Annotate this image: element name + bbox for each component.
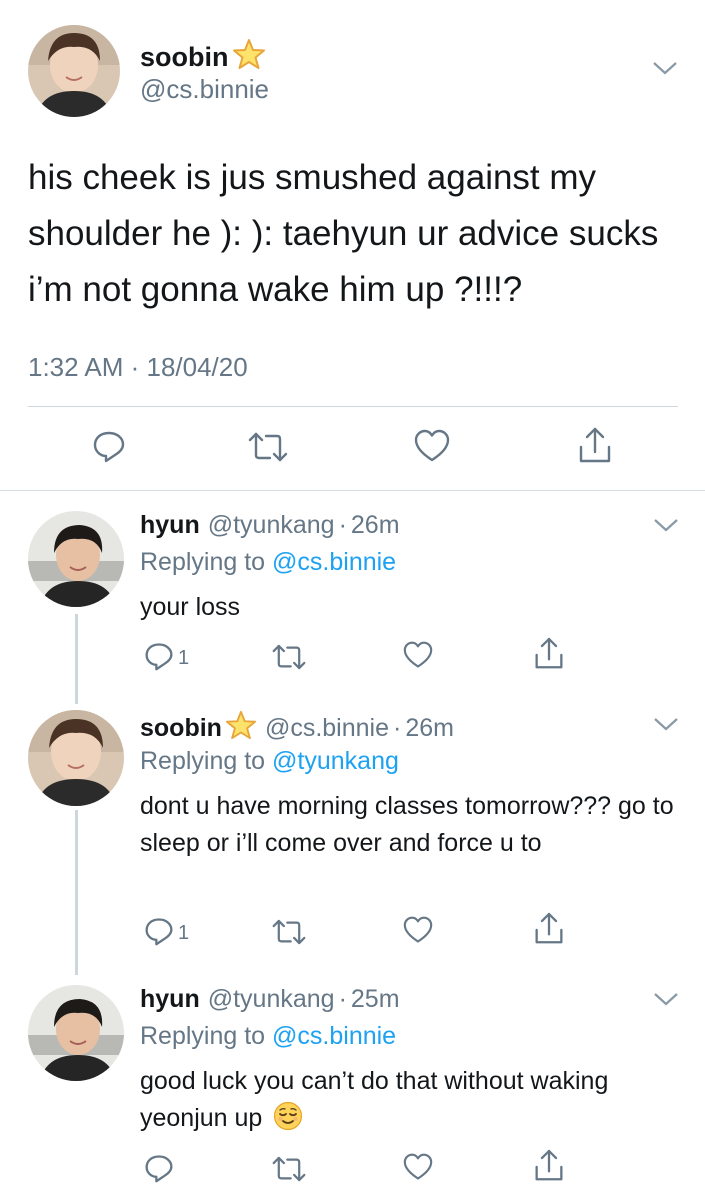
replying-to-label: Replying to bbox=[140, 548, 266, 576]
avatar[interactable] bbox=[28, 710, 124, 806]
separator-dot: · bbox=[338, 511, 347, 539]
star-emoji-icon bbox=[225, 710, 257, 747]
chevron-down-icon[interactable] bbox=[653, 517, 679, 538]
chevron-down-icon[interactable] bbox=[653, 716, 679, 737]
divider bbox=[28, 406, 678, 407]
replying-to-mention[interactable]: @cs.binnie bbox=[272, 1022, 396, 1050]
avatar[interactable] bbox=[28, 25, 120, 117]
reply-header: hyun @tyunkang · 26m bbox=[140, 511, 400, 540]
retweet-icon[interactable] bbox=[272, 1155, 306, 1183]
star-emoji-icon bbox=[232, 38, 266, 77]
separator-dot: · bbox=[393, 714, 402, 742]
replying-to-mention[interactable]: @tyunkang bbox=[272, 747, 399, 775]
tweet-text: his cheek is jus smushed against my shou… bbox=[28, 158, 659, 309]
avatar[interactable] bbox=[28, 985, 124, 1081]
reply-icon bbox=[144, 641, 174, 676]
tweet-actions bbox=[0, 425, 705, 469]
replying-to-label: Replying to bbox=[140, 747, 266, 775]
retweet-icon[interactable] bbox=[272, 918, 306, 946]
reply-author-handle[interactable]: @tyunkang bbox=[208, 985, 335, 1014]
reply-text: dont u have morning classes tomorrow??? … bbox=[140, 792, 674, 857]
reply-author-name[interactable]: hyun bbox=[140, 511, 200, 540]
reply-author-name[interactable]: hyun bbox=[140, 985, 200, 1014]
reply-tweet[interactable]: soobin @cs.binnie · 26m Replying to @tyu… bbox=[0, 690, 705, 970]
avatar[interactable] bbox=[28, 511, 124, 607]
reply-text: your loss bbox=[140, 593, 241, 621]
reply-author-handle[interactable]: @tyunkang bbox=[208, 511, 335, 540]
reply-author-handle[interactable]: @cs.binnie bbox=[265, 714, 389, 743]
like-icon[interactable] bbox=[414, 429, 450, 463]
tweet-timestamp[interactable]: 1:32 AM · 18/04/20 bbox=[28, 352, 248, 383]
like-icon[interactable] bbox=[403, 916, 433, 944]
reply-tweet[interactable]: hyun @tyunkang · 25m Replying to @cs.bin… bbox=[0, 965, 705, 1200]
reply-count: 1 bbox=[178, 922, 190, 944]
share-icon[interactable] bbox=[534, 1149, 564, 1183]
author-name[interactable]: soobin bbox=[140, 38, 266, 77]
separator-dot: · bbox=[338, 985, 347, 1013]
replying-to: Replying to @tyunkang bbox=[140, 747, 399, 776]
main-tweet: soobin @cs.binnie his cheek is jus smush… bbox=[0, 0, 705, 490]
author-name-text: soobin bbox=[140, 42, 229, 72]
author-handle[interactable]: @cs.binnie bbox=[140, 74, 269, 105]
replying-to: Replying to @cs.binnie bbox=[140, 548, 396, 577]
reply-author-name[interactable]: soobin bbox=[140, 714, 222, 743]
chevron-down-icon[interactable] bbox=[652, 60, 678, 81]
replying-to-mention[interactable]: @cs.binnie bbox=[272, 548, 396, 576]
reply-count: 1 bbox=[178, 647, 190, 669]
reply-icon[interactable] bbox=[92, 429, 126, 463]
like-icon[interactable] bbox=[403, 1153, 433, 1181]
replying-to-label: Replying to bbox=[140, 1022, 266, 1050]
replying-to: Replying to @cs.binnie bbox=[140, 1022, 396, 1051]
reply-button[interactable]: 1 bbox=[144, 641, 189, 676]
like-icon[interactable] bbox=[403, 641, 433, 669]
retweet-icon[interactable] bbox=[272, 643, 306, 671]
retweet-icon[interactable] bbox=[248, 431, 288, 463]
reply-icon bbox=[144, 916, 174, 951]
reply-time[interactable]: 25m bbox=[351, 985, 400, 1014]
share-icon[interactable] bbox=[534, 912, 564, 946]
reply-text: good luck you can’t do that without waki… bbox=[140, 1063, 620, 1142]
relieved-face-emoji-icon bbox=[273, 1101, 303, 1142]
share-icon[interactable] bbox=[534, 637, 564, 671]
reply-header: hyun @tyunkang · 25m bbox=[140, 985, 400, 1014]
reply-tweet[interactable]: hyun @tyunkang · 26m Replying to @cs.bin… bbox=[0, 491, 705, 685]
reply-text-content: good luck you can’t do that without waki… bbox=[140, 1067, 609, 1132]
reply-time[interactable]: 26m bbox=[405, 714, 454, 743]
reply-icon[interactable] bbox=[144, 1153, 174, 1183]
reply-button[interactable]: 1 bbox=[144, 916, 189, 951]
chevron-down-icon[interactable] bbox=[653, 991, 679, 1012]
reply-time[interactable]: 26m bbox=[351, 511, 400, 540]
reply-header: soobin @cs.binnie · 26m bbox=[140, 710, 454, 747]
share-icon[interactable] bbox=[578, 427, 612, 465]
